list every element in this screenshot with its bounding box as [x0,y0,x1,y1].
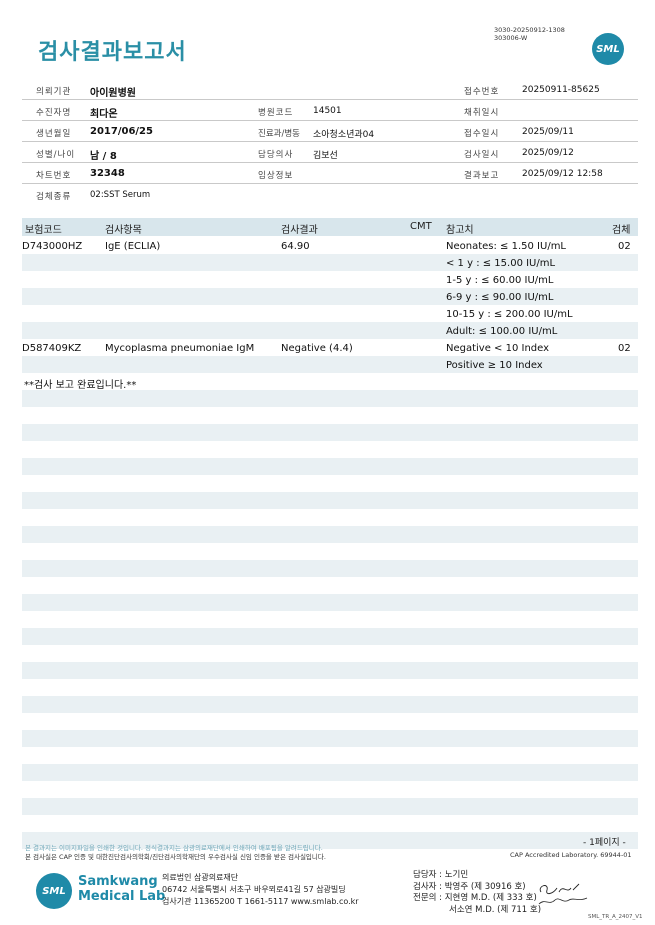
row2-code: D587409KZ [22,343,82,354]
col-cmt: CMT [410,221,432,232]
table-stripe [22,424,638,441]
brand-line-1: Samkwang [78,874,158,889]
row2-ref-2: Positive ≥ 10 Index [446,360,543,371]
dept-label: 진료과/병동 [258,129,300,139]
table-stripe [22,356,638,373]
row1-code: D743000HZ [22,241,83,252]
col-specimen: 검체 [612,225,631,236]
col-result: 검사결과 [281,225,318,236]
hospital-code-value: 14501 [313,106,342,116]
org-line-2: 06742 서울특별시 서초구 바우뫼로41길 57 삼광빌딩 [162,885,346,894]
staff-info: 담당자 : 노기민 검사자 : 박영주 (제 30916 호) 전문의 : 지현… [413,870,541,916]
row1-ref-4: 6-9 y : ≤ 90.00 IU/mL [446,292,554,303]
col-reference: 참고치 [446,225,474,236]
hospital-code-label: 병원코드 [258,108,294,118]
sex-age-label: 성별/나이 [36,150,76,160]
collect-date-label: 채취일시 [464,108,500,118]
certification-note: 본 검사실은 CAP 인증 및 대한진단검사의학회/진단검사의학재단의 우수검사… [25,853,326,861]
patient-label: 수진자명 [36,108,72,118]
patient-value: 최다온 [90,109,118,120]
row2-item: Mycoplasma pneumoniae IgM [105,343,255,354]
doc-id-1: 3030-20250912-1308 [494,26,565,34]
staff-line-3: 전문의 : 지현영 M.D. (제 333 호) [413,893,537,903]
info-row-4: 성별/나이 남 / 8 담당의사 김보선 검사일시 2025/09/12 [22,142,638,163]
info-row-6: 검체종류 02:SST Serum [22,184,638,205]
table-stripe [22,730,638,747]
info-row-5: 차트번호 32348 임상정보 결과보고 2025/09/12 12:58 [22,163,638,184]
page-title: 검사결과보고서 [38,40,187,65]
info-row-1: 의뢰기관 아이원병원 접수번호 20250911-85625 [22,79,638,100]
results-table-header: 보험코드 검사항목 검사결과 CMT 참고치 검체 [22,218,638,236]
report-date-value: 2025/09/12 12:58 [522,169,603,179]
doc-id-2: 303006-W [494,34,528,42]
row1-result: 64.90 [281,241,310,252]
brand-line-2: Medical Lab [78,889,166,904]
page-number: - 1페이지 - [583,838,626,848]
row1-ref-3: 1-5 y : ≤ 60.00 IU/mL [446,275,554,286]
table-stripe [22,662,638,679]
chart-no-value: 32348 [90,168,125,179]
info-row-3: 생년월일 2017/06/25 진료과/병동 소아청소년과04 접수일시 202… [22,121,638,142]
report-date-label: 결과보고 [464,171,500,181]
chart-no-label: 차트번호 [36,171,72,181]
row1-ref-2: < 1 y : ≤ 15.00 IU/mL [446,258,556,269]
document-ids: 3030-20250912-1308 303006-W [494,26,565,42]
org-line-1: 의료법인 삼광의료재단 [162,873,239,882]
dob-value: 2017/06/25 [90,126,153,137]
form-code: SML_TR_A_2407_V1 [588,914,643,920]
sml-logo-icon: SML [592,33,624,65]
organization-info: 의료법인 삼광의료재단 06742 서울특별시 서초구 바우뫼로41길 57 삼… [162,872,359,908]
table-stripe [22,526,638,543]
doctor-value: 김보선 [313,151,338,161]
row2-ref-1: Negative < 10 Index [446,343,550,354]
info-row-2: 수진자명 최다온 병원코드 14501 채취일시 [22,100,638,121]
clinical-label: 임상정보 [258,171,294,181]
report-complete-note: **검사 보고 완료입니다.** [24,380,137,391]
cap-accreditation: CAP Accredited Laboratory. 69944-01 [510,851,632,859]
col-test-item: 검사항목 [105,225,142,236]
table-stripe [22,560,638,577]
receipt-no-label: 접수번호 [464,87,500,97]
table-stripe [22,492,638,509]
dept-value: 소아청소년과04 [313,130,375,140]
client-value: 아이원병원 [90,88,136,99]
specimen-value: 02:SST Serum [90,190,151,200]
staff-line-4: 서소연 M.D. (제 711 호) [449,904,542,915]
org-line-3: 검사기관 11365200 T 1661-5117 www.smlab.co.k… [162,897,359,906]
client-label: 의뢰기관 [36,87,72,97]
table-stripe [22,390,638,407]
table-stripe [22,798,638,815]
table-stripe [22,594,638,611]
col-insurance-code: 보험코드 [25,225,62,236]
signature-icon [538,883,588,905]
brand-name: Samkwang Medical Lab [78,874,165,904]
staff-line-2: 검사자 : 박영주 (제 30916 호) [413,881,526,892]
row2-result: Negative (4.4) [281,343,353,354]
sex-age-value: 남 / 8 [90,151,117,162]
row1-ref-5: 10-15 y : ≤ 200.00 IU/mL [446,309,573,320]
specimen-label: 검체종류 [36,192,72,202]
receipt-date-label: 접수일시 [464,129,500,139]
row1-specimen: 02 [618,241,631,252]
row2-specimen: 02 [618,343,631,354]
table-stripe [22,458,638,475]
test-date-value: 2025/09/12 [522,148,574,158]
test-date-label: 검사일시 [464,150,500,160]
table-stripe [22,628,638,645]
sml-footer-logo-icon: SML [36,873,72,909]
doctor-label: 담당의사 [258,150,294,160]
table-stripe [22,764,638,781]
table-stripe [22,696,638,713]
row1-ref-1: Neonates: ≤ 1.50 IU/mL [446,241,566,252]
dob-label: 생년월일 [36,129,72,139]
receipt-date-value: 2025/09/11 [522,127,574,137]
row1-ref-6: Adult: ≤ 100.00 IU/mL [446,326,558,337]
row1-item: IgE (ECLIA) [105,241,161,252]
receipt-no-value: 20250911-85625 [522,85,600,95]
staff-line-1: 담당자 : 노기민 [413,870,469,880]
